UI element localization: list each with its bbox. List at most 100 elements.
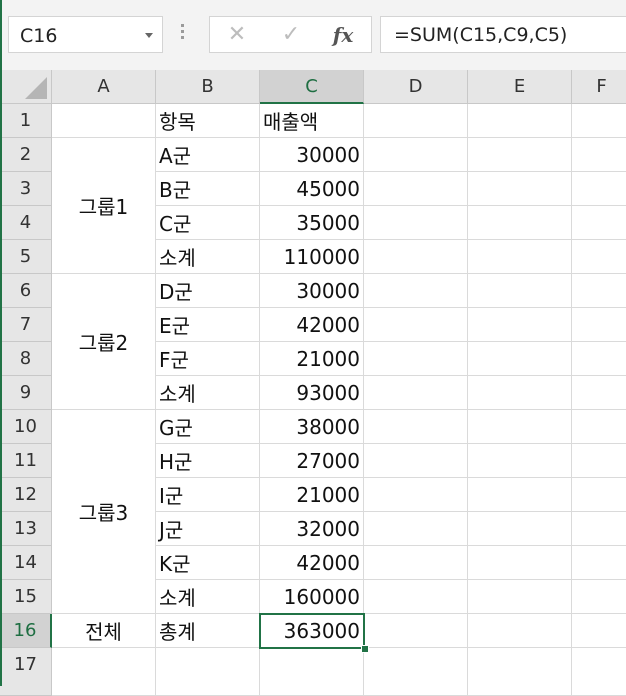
column-header-f[interactable]: F [572,70,626,104]
cell-e9[interactable] [468,376,572,410]
cell-f16[interactable] [572,614,626,648]
column-header-c[interactable]: C [260,70,364,104]
cell-d9[interactable] [364,376,468,410]
cell-f3[interactable] [572,172,626,206]
cell-e1[interactable] [468,104,572,138]
cell-b12[interactable]: I군 [156,478,260,512]
cell-e12[interactable] [468,478,572,512]
cell-e17[interactable] [468,648,572,696]
row-header-3[interactable]: 3 [0,172,52,206]
cell-b1[interactable]: 항목 [156,104,260,138]
row-header-4[interactable]: 4 [0,206,52,240]
cell-f6[interactable] [572,274,626,308]
cell-f2[interactable] [572,138,626,172]
cell-b6[interactable]: D군 [156,274,260,308]
cell-c11[interactable]: 27000 [260,444,364,478]
cell-b3[interactable]: B군 [156,172,260,206]
merged-cell-group3[interactable]: 그룹3 [52,410,156,614]
cell-d12[interactable] [364,478,468,512]
cell-c4[interactable]: 35000 [260,206,364,240]
row-header-9[interactable]: 9 [0,376,52,410]
row-header-6[interactable]: 6 [0,274,52,308]
row-header-17[interactable]: 17 [0,648,52,696]
cell-d5[interactable] [364,240,468,274]
cell-c12[interactable]: 21000 [260,478,364,512]
cell-d15[interactable] [364,580,468,614]
cell-b8[interactable]: F군 [156,342,260,376]
cell-a1[interactable] [52,104,156,138]
cell-e13[interactable] [468,512,572,546]
cell-b15[interactable]: 소계 [156,580,260,614]
cell-a16[interactable]: 전체 [52,614,156,648]
row-header-7[interactable]: 7 [0,308,52,342]
cell-f9[interactable] [572,376,626,410]
cell-e3[interactable] [468,172,572,206]
row-header-2[interactable]: 2 [0,138,52,172]
cell-e15[interactable] [468,580,572,614]
cell-f4[interactable] [572,206,626,240]
cell-f5[interactable] [572,240,626,274]
cell-f11[interactable] [572,444,626,478]
cell-b17[interactable] [156,648,260,696]
cell-e2[interactable] [468,138,572,172]
cell-c3[interactable]: 45000 [260,172,364,206]
row-header-13[interactable]: 13 [0,512,52,546]
select-all-button[interactable] [0,70,52,104]
cell-f8[interactable] [572,342,626,376]
merged-cell-group1[interactable]: 그룹1 [52,138,156,274]
cell-e8[interactable] [468,342,572,376]
cell-b11[interactable]: H군 [156,444,260,478]
cell-c10[interactable]: 38000 [260,410,364,444]
cell-c17[interactable] [260,648,364,696]
cell-e16[interactable] [468,614,572,648]
merged-cell-group2[interactable]: 그룹2 [52,274,156,410]
cell-c1[interactable]: 매출액 [260,104,364,138]
cell-b7[interactable]: E군 [156,308,260,342]
cell-c7[interactable]: 42000 [260,308,364,342]
cell-e6[interactable] [468,274,572,308]
cell-c15[interactable]: 160000 [260,580,364,614]
cell-f12[interactable] [572,478,626,512]
row-header-15[interactable]: 15 [0,580,52,614]
cell-f17[interactable] [572,648,626,696]
cell-d17[interactable] [364,648,468,696]
cell-d14[interactable] [364,546,468,580]
cell-b10[interactable]: G군 [156,410,260,444]
cell-d16[interactable] [364,614,468,648]
cell-d2[interactable] [364,138,468,172]
cell-e11[interactable] [468,444,572,478]
cell-c2[interactable]: 30000 [260,138,364,172]
cell-d10[interactable] [364,410,468,444]
cell-b4[interactable]: C군 [156,206,260,240]
cell-d1[interactable] [364,104,468,138]
cell-c14[interactable]: 42000 [260,546,364,580]
row-header-1[interactable]: 1 [0,104,52,138]
cell-c16[interactable]: 363000 [260,614,364,648]
cell-b9[interactable]: 소계 [156,376,260,410]
cell-b13[interactable]: J군 [156,512,260,546]
cell-e14[interactable] [468,546,572,580]
row-header-8[interactable]: 8 [0,342,52,376]
row-header-16[interactable]: 16 [0,614,52,648]
cell-f15[interactable] [572,580,626,614]
cell-d11[interactable] [364,444,468,478]
cell-d4[interactable] [364,206,468,240]
cell-c13[interactable]: 32000 [260,512,364,546]
row-header-10[interactable]: 10 [0,410,52,444]
column-header-e[interactable]: E [468,70,572,104]
cell-e7[interactable] [468,308,572,342]
cell-c9[interactable]: 93000 [260,376,364,410]
column-header-a[interactable]: A [52,70,156,104]
row-header-11[interactable]: 11 [0,444,52,478]
column-header-d[interactable]: D [364,70,468,104]
cell-e10[interactable] [468,410,572,444]
cell-e4[interactable] [468,206,572,240]
cell-d8[interactable] [364,342,468,376]
cell-f7[interactable] [572,308,626,342]
cell-c8[interactable]: 21000 [260,342,364,376]
cell-b5[interactable]: 소계 [156,240,260,274]
row-header-5[interactable]: 5 [0,240,52,274]
cell-b2[interactable]: A군 [156,138,260,172]
cell-d6[interactable] [364,274,468,308]
cell-d3[interactable] [364,172,468,206]
